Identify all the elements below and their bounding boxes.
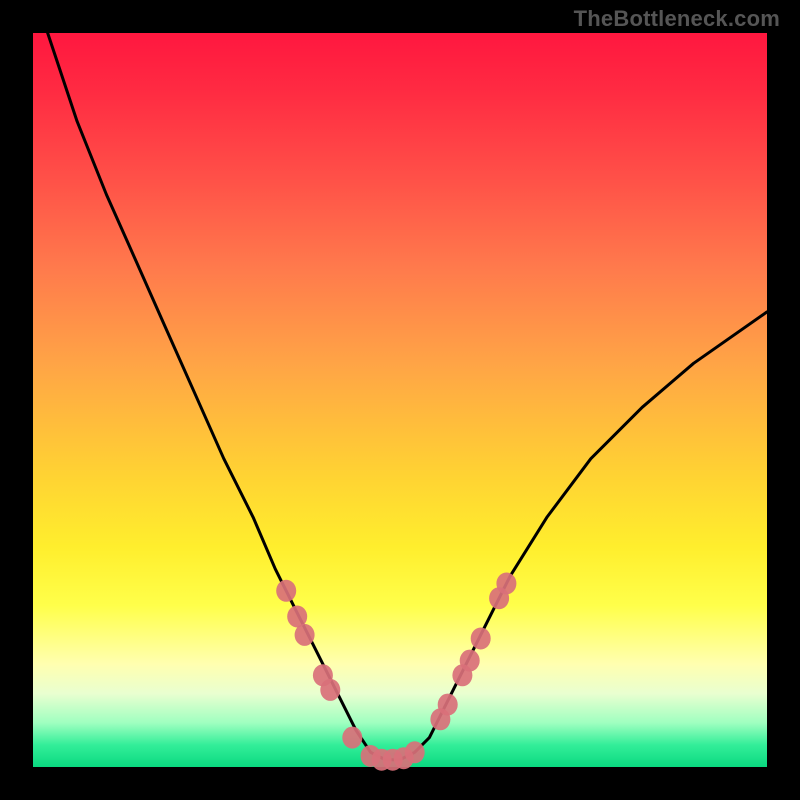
watermark-text: TheBottleneck.com [574,6,780,32]
curve-marker [471,628,491,650]
curve-svg [33,33,767,767]
chart-container: TheBottleneck.com [0,0,800,800]
curve-path [33,0,767,760]
curve-marker [320,679,340,701]
curve-marker [295,624,315,646]
bottleneck-curve [33,0,767,760]
curve-marker [276,580,296,602]
curve-markers [276,573,516,771]
curve-marker [405,741,425,763]
curve-marker [460,650,480,672]
curve-marker [438,694,458,716]
curve-marker [496,573,516,595]
curve-marker [342,727,362,749]
plot-area [33,33,767,767]
